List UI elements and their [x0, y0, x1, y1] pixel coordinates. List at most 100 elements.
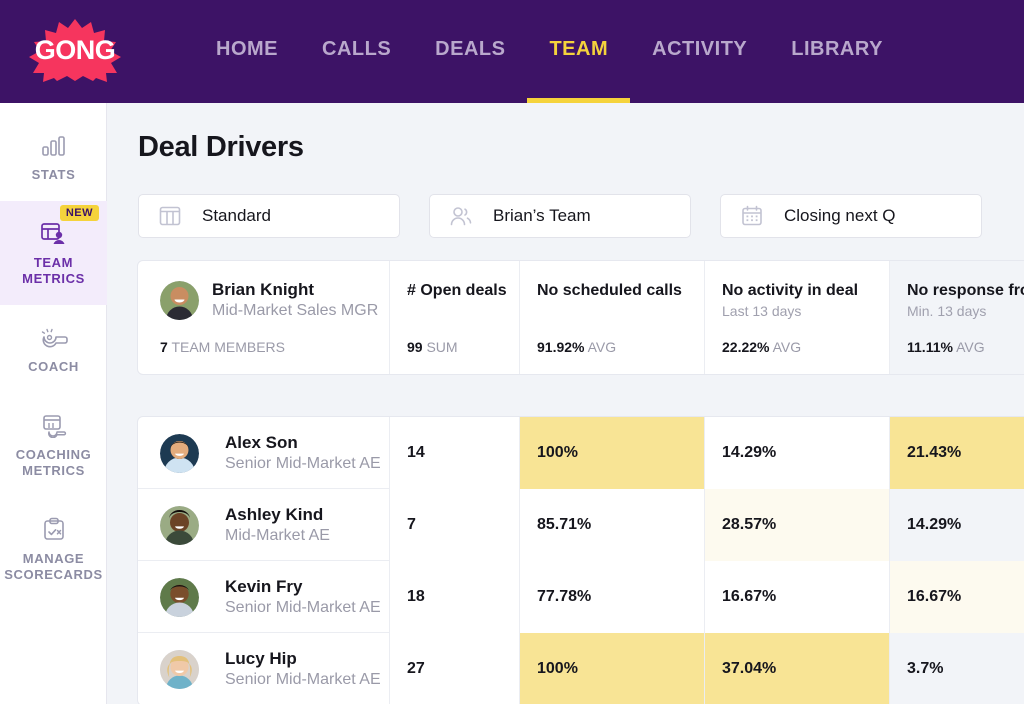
table-row[interactable]: Lucy Hip Senior Mid-Market AE 27 100% 37… [138, 633, 1024, 704]
member-role: Senior Mid-Market AE [225, 669, 381, 690]
member-name: Kevin Fry [225, 576, 381, 597]
table-row[interactable]: Ashley Kind Mid-Market AE 7 85.71% 28.57… [138, 489, 1024, 561]
cell-value: 100% [537, 660, 578, 678]
summary-metric-no-response-from-contact[interactable]: No response from co Min. 13 days 11.11% … [890, 261, 1024, 374]
row-person-cell[interactable]: Lucy Hip Senior Mid-Market AE [138, 633, 390, 704]
columns-icon [158, 204, 182, 228]
nav-link-deals[interactable]: DEALS [413, 0, 527, 103]
metric-agg-label: AVG [956, 339, 985, 355]
filter-bar: Standard Brian’s Team [138, 194, 982, 238]
cell-no-activity-in-deal: 16.67% [705, 561, 890, 633]
manager-name: Brian Knight [212, 279, 378, 300]
whistle-icon [4, 323, 103, 353]
team-summary-card: Brian Knight Mid-Market Sales MGR 7 TEAM… [137, 260, 1024, 375]
row-person-cell[interactable]: Alex Son Senior Mid-Market AE [138, 417, 390, 489]
member-role: Senior Mid-Market AE [225, 453, 381, 474]
table-row[interactable]: Kevin Fry Senior Mid-Market AE 18 77.78%… [138, 561, 1024, 633]
sidebar-item-team-metrics[interactable]: NEW TEAM METRICS [0, 201, 107, 305]
cell-open-deals: 14 [390, 417, 520, 489]
metric-title: No response from co [890, 261, 1024, 301]
cell-no-response-from-contact: 16.67% [890, 561, 1024, 633]
filter-label: Closing next Q [784, 206, 896, 226]
calendar-icon [740, 204, 764, 228]
metric-subtitle [520, 301, 704, 303]
team-members-count: 7 [160, 339, 168, 355]
metric-aggregate: 99 SUM [407, 339, 458, 355]
cell-value: 7 [407, 516, 416, 534]
avatar [160, 506, 199, 545]
sidebar-item-label: COACHING METRICS [4, 447, 103, 479]
member-name: Ashley Kind [225, 504, 330, 525]
metric-title: No activity in deal [705, 261, 889, 301]
cell-value: 3.7% [907, 660, 943, 678]
cell-value: 37.04% [722, 660, 776, 678]
avatar [160, 281, 199, 320]
row-person-cell[interactable]: Kevin Fry Senior Mid-Market AE [138, 561, 390, 633]
cell-no-scheduled-calls: 100% [520, 417, 705, 489]
cell-no-scheduled-calls: 100% [520, 633, 705, 704]
cell-value: 18 [407, 588, 425, 606]
cell-no-activity-in-deal: 28.57% [705, 489, 890, 561]
row-person-cell[interactable]: Ashley Kind Mid-Market AE [138, 489, 390, 561]
sidebar-item-manage-scorecards[interactable]: MANAGE SCORECARDS [0, 497, 107, 601]
logo-text: GONG [35, 35, 116, 66]
filter-label: Brian’s Team [493, 206, 591, 226]
cell-value: 21.43% [907, 444, 961, 462]
cell-value: 77.78% [537, 588, 591, 606]
sidebar-item-coach[interactable]: COACH [0, 305, 107, 393]
cell-no-response-from-contact: 14.29% [890, 489, 1024, 561]
nav-link-team[interactable]: TEAM [527, 0, 630, 103]
sidebar-item-label: MANAGE SCORECARDS [4, 551, 103, 583]
main-content: Deal Drivers Standard [107, 103, 1024, 704]
new-badge: NEW [60, 205, 99, 221]
cell-value: 16.67% [907, 588, 961, 606]
sidebar-item-stats[interactable]: STATS [0, 113, 107, 201]
sidebar-item-coaching-metrics[interactable]: COACHING METRICS [0, 393, 107, 497]
cell-value: 14.29% [907, 516, 961, 534]
cell-no-scheduled-calls: 85.71% [520, 489, 705, 561]
member-name: Lucy Hip [225, 648, 381, 669]
sidebar-item-label: TEAM METRICS [4, 255, 103, 287]
cell-no-activity-in-deal: 37.04% [705, 633, 890, 704]
nav-link-activity[interactable]: ACTIVITY [630, 0, 769, 103]
filter-team[interactable]: Brian’s Team [429, 194, 691, 238]
summary-metric-open-deals[interactable]: # Open deals 99 SUM [390, 261, 520, 374]
member-role: Mid-Market AE [225, 525, 330, 546]
nav-link-library[interactable]: LIBRARY [769, 0, 905, 103]
sidebar-item-label: STATS [4, 167, 103, 183]
cell-open-deals: 27 [390, 633, 520, 704]
member-role: Senior Mid-Market AE [225, 597, 381, 618]
metric-agg-label: AVG [588, 339, 617, 355]
filter-label: Standard [202, 206, 271, 226]
nav-links: HOME CALLS DEALS TEAM ACTIVITY LIBRARY [194, 0, 905, 103]
left-sidebar: STATS NEW TEAM METRICS COACH [0, 103, 107, 704]
metric-value: 91.92% [537, 339, 584, 355]
metric-subtitle [390, 301, 519, 303]
cell-open-deals: 18 [390, 561, 520, 633]
metric-value: 22.22% [722, 339, 769, 355]
nav-link-home[interactable]: HOME [194, 0, 300, 103]
summary-metric-no-activity-in-deal[interactable]: No activity in deal Last 13 days 22.22% … [705, 261, 890, 374]
table-row[interactable]: Alex Son Senior Mid-Market AE 14 100% 14… [138, 417, 1024, 489]
team-members-footer: 7 TEAM MEMBERS [160, 339, 285, 355]
gong-logo[interactable]: GONG [27, 18, 123, 82]
member-name: Alex Son [225, 432, 381, 453]
metric-value: 11.11% [907, 339, 953, 355]
filter-timeframe[interactable]: Closing next Q [720, 194, 982, 238]
filter-standard[interactable]: Standard [138, 194, 400, 238]
sidebar-item-label: COACH [4, 359, 103, 375]
cell-open-deals: 7 [390, 489, 520, 561]
cell-value: 85.71% [537, 516, 591, 534]
metric-title: No scheduled calls [520, 261, 704, 301]
metric-value: 99 [407, 339, 423, 355]
summary-manager-cell[interactable]: Brian Knight Mid-Market Sales MGR 7 TEAM… [138, 261, 390, 374]
metric-agg-label: SUM [426, 339, 457, 355]
metric-subtitle: Last 13 days [705, 301, 889, 319]
cell-no-response-from-contact: 3.7% [890, 633, 1024, 704]
cell-value: 14 [407, 444, 425, 462]
summary-metric-no-scheduled-calls[interactable]: No scheduled calls 91.92% AVG [520, 261, 705, 374]
cell-value: 14.29% [722, 444, 776, 462]
manager-role: Mid-Market Sales MGR [212, 300, 378, 321]
bar-chart-icon [4, 131, 103, 161]
nav-link-calls[interactable]: CALLS [300, 0, 413, 103]
